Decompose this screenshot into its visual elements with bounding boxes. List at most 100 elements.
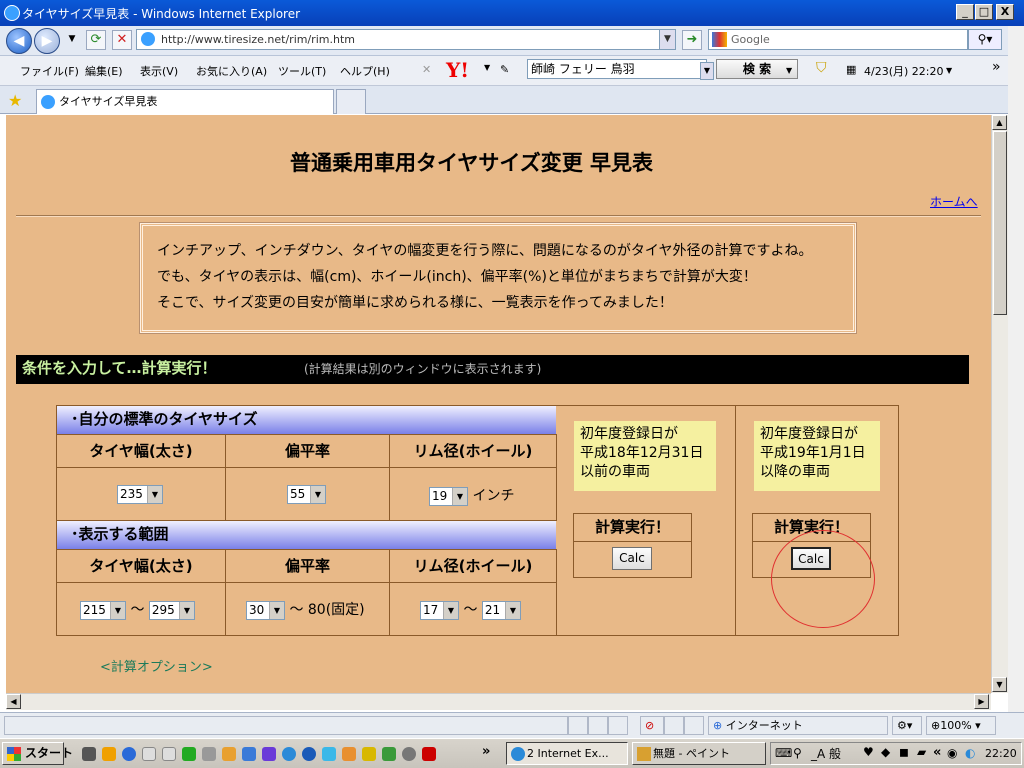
intro-line-3: そこで、サイズ変更の目安が簡単に求められる様に、一覧表示を作ってみました！ xyxy=(157,295,673,311)
range-aspect-group: 30 ▼ ～ 80(固定) xyxy=(246,599,365,620)
address-field[interactable]: http://www.tiresize.net/rim/rim.htm ▼ xyxy=(136,29,676,50)
go-icon[interactable]: ➜ xyxy=(682,30,702,50)
menu-favorites[interactable]: お気に入り(A) xyxy=(196,63,267,79)
range-width-to-select[interactable]: 295 ▼ xyxy=(148,600,195,620)
yahoo-icon[interactable] xyxy=(422,747,436,761)
toolbar-overflow-icon[interactable]: » xyxy=(992,59,1001,75)
search-options-dropdown-icon[interactable]: ▼ xyxy=(786,66,792,75)
app-icon[interactable] xyxy=(362,747,376,761)
scroll-down-icon[interactable]: ▼ xyxy=(992,677,1007,692)
keyboard-icon[interactable]: ⌨ xyxy=(775,746,792,760)
scroll-thumb[interactable] xyxy=(993,131,1007,315)
start-label: スタート xyxy=(25,746,74,760)
range-width-from-select[interactable]: 215 ▼ xyxy=(80,600,126,620)
stop-icon[interactable]: ✕ xyxy=(112,30,132,50)
yahoo-search-dropdown-icon[interactable]: ▼ xyxy=(700,62,714,80)
menu-tools[interactable]: ツール(T) xyxy=(278,63,326,79)
yahoo-search-text: 師崎 フェリー 鳥羽 xyxy=(531,62,635,76)
calc-box-left: 計算実行！ Calc xyxy=(573,513,692,578)
network-icon[interactable]: ◉ xyxy=(947,746,957,760)
security-zone[interactable]: ⊕ インターネット xyxy=(708,716,888,735)
menu-edit[interactable]: 編集(E) xyxy=(85,63,123,79)
app-icon[interactable] xyxy=(242,747,256,761)
taskbar-button-ie[interactable]: 2 Internet Ex... xyxy=(506,742,628,765)
back-icon[interactable]: ◀ xyxy=(6,28,32,54)
protected-mode-icon[interactable]: ⚙▾ xyxy=(892,716,922,735)
tray-icon[interactable]: ♥ xyxy=(863,745,874,759)
yahoo-search-input[interactable]: 師崎 フェリー 鳥羽 xyxy=(527,59,707,79)
windows-logo-icon xyxy=(7,747,21,761)
quicklaunch-overflow-icon[interactable]: » xyxy=(482,744,490,759)
std-aspect-select[interactable]: 55 ▼ xyxy=(287,485,326,504)
document-icon[interactable] xyxy=(142,747,156,761)
std-rim-select[interactable]: 19 ▼ xyxy=(429,486,468,506)
date-display[interactable]: 4/23(月) 22:20 xyxy=(864,63,943,79)
app-icon[interactable] xyxy=(222,747,236,761)
scroll-up-icon[interactable]: ▲ xyxy=(992,115,1007,130)
calc-option-link[interactable]: <計算オプション> xyxy=(100,656,213,675)
horizontal-scrollbar[interactable]: ◀ ▶ xyxy=(6,693,991,710)
tab-active[interactable]: タイヤサイズ早見表 xyxy=(36,89,334,114)
menu-help[interactable]: ヘルプ(H) xyxy=(340,63,390,79)
chevron-down-icon: ▼ xyxy=(504,601,520,619)
app-icon[interactable] xyxy=(322,747,336,761)
maximize-button[interactable]: □ xyxy=(975,4,993,20)
scroll-right-icon[interactable]: ▶ xyxy=(974,694,989,709)
ime-indicator[interactable]: _A 般 xyxy=(811,745,841,762)
menu-view[interactable]: 表示(V) xyxy=(140,63,178,79)
document-icon[interactable] xyxy=(162,747,176,761)
pencil-icon[interactable]: ✎ xyxy=(500,63,509,76)
vertical-scrollbar[interactable]: ▲ ▼ xyxy=(991,115,1008,693)
taskbar-button-paint[interactable]: 無題 - ペイント xyxy=(632,742,766,765)
zoom-control[interactable]: ⊕100% ▾ xyxy=(926,716,996,735)
range-rim-to-select[interactable]: 21 ▼ xyxy=(481,600,521,620)
close-button[interactable]: X xyxy=(996,4,1014,20)
range-aspect-from-select[interactable]: 30 ▼ xyxy=(246,600,285,620)
media-player-icon[interactable] xyxy=(102,747,116,761)
tray-icon[interactable]: ◼ xyxy=(899,745,909,759)
intro-line-2: でも、タイヤの表示は、幅(cm)、ホイール(inch)、偏平率(%)と単位がまち… xyxy=(157,269,757,285)
history-dropdown-icon[interactable]: ▼ xyxy=(62,30,82,50)
menu-bar: ファイル(F) 編集(E) 表示(V) お気に入り(A) ツール(T) ヘルプ(… xyxy=(0,56,1024,86)
app-icon[interactable] xyxy=(402,747,416,761)
favorites-star-icon[interactable]: ★ xyxy=(8,91,22,110)
app-icon[interactable] xyxy=(302,747,316,761)
scroll-left-icon[interactable]: ◀ xyxy=(6,694,21,709)
date-dropdown-icon[interactable]: ▼ xyxy=(946,66,952,75)
search-input[interactable]: Google xyxy=(708,29,968,50)
calendar-icon[interactable]: ▦ xyxy=(846,63,856,76)
forward-icon[interactable]: ▶ xyxy=(34,28,60,54)
close-toolbar-icon[interactable]: ✕ xyxy=(422,63,431,76)
app-icon[interactable] xyxy=(202,747,216,761)
ie-icon[interactable] xyxy=(282,747,296,761)
app-icon[interactable] xyxy=(342,747,356,761)
window-title-bar: タイヤサイズ早見表 - Windows Internet Explorer _ … xyxy=(0,0,1024,26)
minimize-button[interactable]: _ xyxy=(956,4,974,20)
yahoo-dropdown-icon[interactable]: ▼ xyxy=(484,63,490,72)
refresh-icon[interactable]: ⟳ xyxy=(86,30,106,50)
menu-file[interactable]: ファイル(F) xyxy=(20,63,79,79)
shield-icon[interactable]: ⛉ xyxy=(816,60,827,76)
app-icon[interactable] xyxy=(382,747,396,761)
start-button[interactable]: スタート xyxy=(2,742,73,765)
address-dropdown-icon[interactable]: ▼ xyxy=(659,30,675,49)
std-width-select[interactable]: 235 ▼ xyxy=(117,485,163,504)
tilde-label: ～ xyxy=(463,602,478,618)
volume-icon[interactable]: ◐ xyxy=(965,746,975,760)
tray-expand-icon[interactable]: « xyxy=(933,745,941,760)
search-icon[interactable]: ⚲▾ xyxy=(968,29,1002,50)
calc-button-left[interactable]: Calc xyxy=(612,547,652,570)
tray-icon[interactable]: ⚲ xyxy=(793,746,802,760)
show-desktop-icon[interactable] xyxy=(82,747,96,761)
new-tab-button[interactable] xyxy=(336,89,366,114)
tray-icon[interactable]: ◆ xyxy=(881,745,890,759)
yahoo-logo[interactable]: Y! xyxy=(446,58,469,82)
clock[interactable]: 22:20 xyxy=(985,747,1017,760)
app-icon[interactable] xyxy=(182,747,196,761)
browser-icon[interactable] xyxy=(122,747,136,761)
home-link[interactable]: ホームへ xyxy=(930,193,978,210)
popup-blocker-icon[interactable]: ⊘ xyxy=(640,716,664,735)
app-icon[interactable] xyxy=(262,747,276,761)
range-rim-from-select[interactable]: 17 ▼ xyxy=(420,600,459,620)
tray-icon[interactable]: ▰ xyxy=(917,745,926,759)
